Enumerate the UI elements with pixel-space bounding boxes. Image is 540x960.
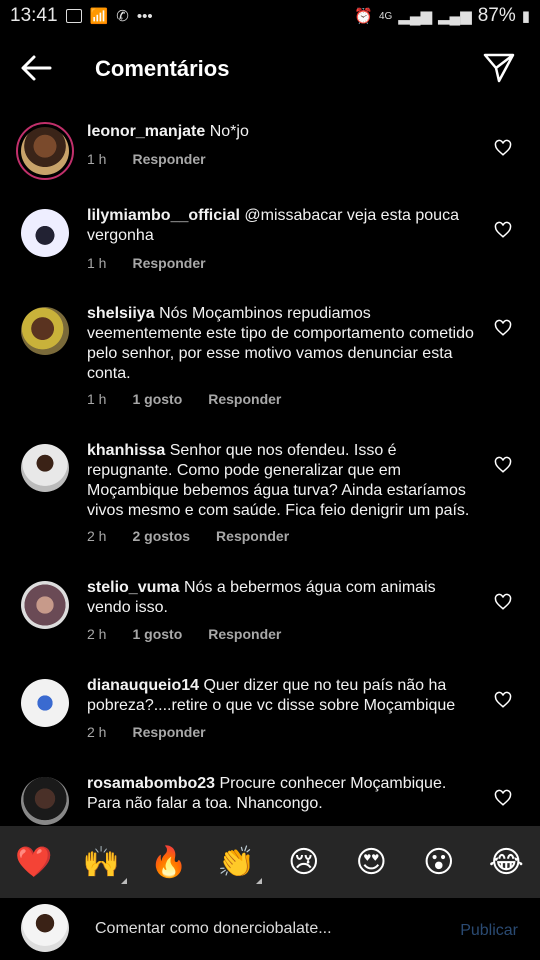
signal-strength-icon: ▂▄▆ (398, 8, 432, 25)
alarm-icon: ⏰ (354, 8, 373, 25)
comment-username[interactable]: dianauqueio14 (87, 677, 199, 694)
comment-item: dianauqueio14 Quer dizer que no teu país… (0, 676, 540, 766)
comment-item: leonor_manjate No*jo 1 h Responder (0, 118, 540, 208)
gallery-notification-icon (65, 9, 82, 23)
crying-emoji-button[interactable]: 😢 (282, 845, 326, 880)
avatar[interactable] (21, 581, 69, 629)
likes-count[interactable]: 2 gostos (132, 528, 190, 544)
quick-reactions-bar: ❤️ 🙌 🔥 👏 😢 😍 😮 😂 (0, 826, 540, 898)
avatar[interactable] (21, 777, 69, 825)
comment-username[interactable]: leonor_manjate (87, 123, 205, 140)
comment-meta: 1 h Responder (87, 151, 206, 167)
signal-notification-icon: 📶 (89, 8, 109, 25)
status-left: 13:41 📶 ✆ ••• (10, 5, 153, 27)
share-send-icon[interactable] (482, 50, 516, 84)
publish-button[interactable]: Publicar (460, 922, 518, 940)
like-heart-icon[interactable] (494, 789, 512, 807)
reply-button[interactable]: Responder (216, 528, 289, 544)
skin-tone-indicator (256, 877, 263, 884)
back-arrow-icon[interactable] (18, 50, 54, 86)
like-heart-icon[interactable] (494, 319, 512, 337)
comment-item: rosamabombo23 Procure conhecer Moçambiqu… (0, 774, 540, 826)
comment-username[interactable]: rosamabombo23 (87, 775, 215, 792)
clapping-emoji: 👏 (217, 845, 255, 879)
comment-text: stelio_vuma Nós a bebermos água com anim… (87, 578, 477, 618)
avatar[interactable] (21, 209, 69, 257)
comment-item: shelsiiya Nós Moçambinos repudiamos veem… (0, 304, 540, 424)
comment-text: khanhissa Senhor que nos ofendeu. Isso é… (87, 441, 477, 521)
comment-time: 1 h (87, 151, 107, 167)
raising-hands-emoji: 🙌 (82, 845, 120, 879)
avatar-image (21, 127, 69, 175)
fire-emoji-button[interactable]: 🔥 (147, 845, 191, 880)
likes-count[interactable]: 1 gosto (132, 391, 182, 407)
comment-meta: 2 h Responder (87, 724, 206, 740)
comment-composer: Comentar como donerciobalate... Publicar (0, 898, 540, 960)
reply-button[interactable]: Responder (132, 724, 205, 740)
comment-time: 2 h (87, 724, 107, 740)
reply-button[interactable]: Responder (208, 626, 281, 642)
page-title: Comentários (95, 56, 230, 81)
like-heart-icon[interactable] (494, 691, 512, 709)
clapping-emoji-button[interactable]: 👏 (214, 845, 263, 884)
comment-time: 1 h (87, 391, 107, 407)
heart-eyes-emoji-button[interactable]: 😍 (349, 845, 393, 880)
comment-item: lilymiambo__official @missabacar veja es… (0, 206, 540, 296)
avatar[interactable] (21, 444, 69, 492)
comment-meta: 1 h Responder (87, 255, 206, 271)
comment-text: shelsiiya Nós Moçambinos repudiamos veem… (87, 304, 477, 384)
comment-username[interactable]: shelsiiya (87, 305, 155, 322)
battery-percent: 87% (477, 5, 516, 26)
comment-username[interactable]: khanhissa (87, 442, 165, 459)
raising-hands-emoji-button[interactable]: 🙌 (79, 845, 128, 884)
comment-text: rosamabombo23 Procure conhecer Moçambiqu… (87, 774, 477, 814)
app-bar: Comentários (0, 36, 540, 100)
comment-time: 2 h (87, 528, 107, 544)
like-heart-icon[interactable] (494, 456, 512, 474)
laughing-emoji-button[interactable]: 😂 (484, 845, 528, 880)
whatsapp-icon: ✆ (116, 8, 129, 25)
comment-time: 1 h (87, 255, 107, 271)
comment-meta: 1 h 1 gosto Responder (87, 391, 281, 407)
surprised-emoji-button[interactable]: 😮 (417, 845, 461, 880)
comment-meta: 2 h 2 gostos Responder (87, 528, 289, 544)
like-heart-icon[interactable] (494, 593, 512, 611)
status-time: 13:41 (10, 5, 58, 26)
current-user-avatar (21, 904, 69, 952)
comment-meta: 2 h 1 gosto Responder (87, 626, 281, 642)
comment-input[interactable]: Comentar como donerciobalate... (95, 920, 332, 938)
comment-text: lilymiambo__official @missabacar veja es… (87, 206, 477, 246)
avatar[interactable] (21, 679, 69, 727)
like-heart-icon[interactable] (494, 221, 512, 239)
skin-tone-indicator (121, 877, 128, 884)
comment-body: No*jo (209, 123, 249, 140)
heart-emoji-button[interactable]: ❤️ (12, 845, 56, 880)
comment-username[interactable]: stelio_vuma (87, 579, 179, 596)
comment-item: stelio_vuma Nós a bebermos água com anim… (0, 578, 540, 668)
comment-text: dianauqueio14 Quer dizer que no teu país… (87, 676, 477, 716)
comment-item: khanhissa Senhor que nos ofendeu. Isso é… (0, 441, 540, 561)
reply-button[interactable]: Responder (132, 151, 205, 167)
reply-button[interactable]: Responder (208, 391, 281, 407)
network-type: 4G (378, 10, 393, 22)
signal-strength-2-icon: ▂▄▆ (438, 8, 472, 25)
comment-time: 2 h (87, 626, 107, 642)
comment-username[interactable]: lilymiambo__official (87, 207, 240, 224)
comment-text: leonor_manjate No*jo (87, 122, 477, 142)
avatar[interactable] (16, 122, 74, 180)
avatar[interactable] (21, 307, 69, 355)
status-right: ⏰ 4G ▂▄▆ ▂▄▆ 87% ▮ (354, 5, 530, 27)
more-notifications-icon: ••• (136, 7, 153, 25)
likes-count[interactable]: 1 gosto (132, 626, 182, 642)
battery-icon: ▮ (521, 8, 530, 25)
reply-button[interactable]: Responder (132, 255, 205, 271)
status-bar: 13:41 📶 ✆ ••• ⏰ 4G ▂▄▆ ▂▄▆ 87% ▮ (0, 0, 540, 32)
like-heart-icon[interactable] (494, 139, 512, 157)
